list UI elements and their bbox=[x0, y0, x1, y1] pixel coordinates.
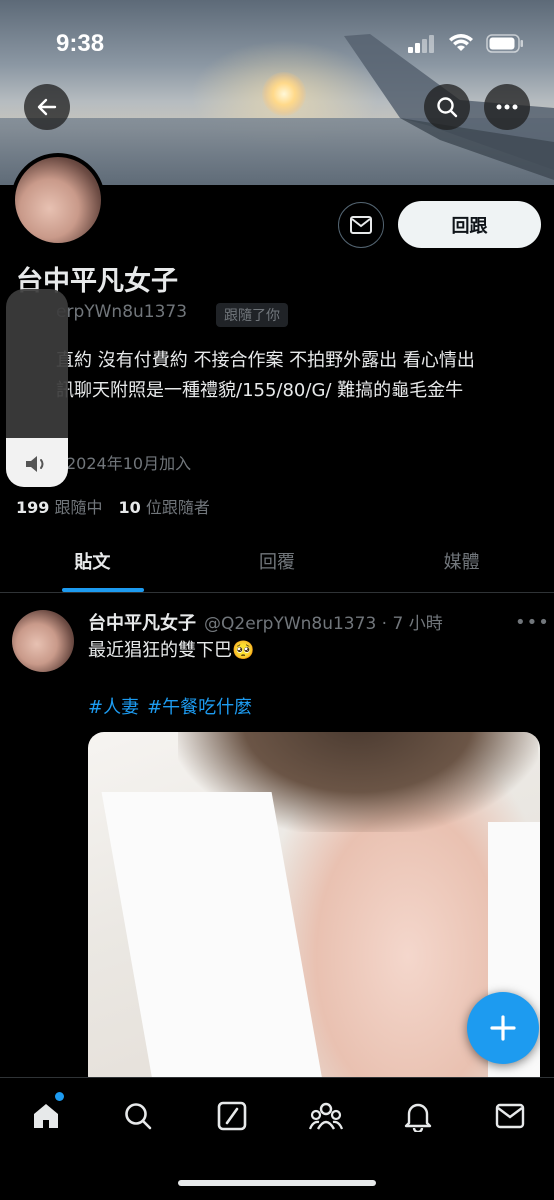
followers-count: 10 bbox=[118, 498, 141, 517]
plus-icon bbox=[490, 1015, 516, 1041]
compose-fab[interactable] bbox=[467, 992, 539, 1064]
joined-date: 2024年10月加入 bbox=[66, 454, 192, 473]
search-icon bbox=[437, 97, 458, 118]
nav-notifications[interactable] bbox=[398, 1096, 438, 1136]
profile-counts: 199 跟隨中 10 位跟隨者 bbox=[16, 494, 210, 518]
notifications-icon bbox=[404, 1103, 432, 1132]
post-author-name[interactable]: 台中平凡女子 bbox=[88, 609, 196, 635]
more-horizontal-icon bbox=[496, 104, 518, 110]
followers-link[interactable]: 10 位跟隨者 bbox=[119, 494, 210, 518]
status-bar: 9:38 bbox=[0, 28, 554, 62]
status-time: 9:38 bbox=[56, 30, 105, 57]
followers-label: 位跟隨者 bbox=[145, 498, 210, 517]
grok-icon bbox=[217, 1101, 247, 1131]
message-button[interactable] bbox=[338, 202, 384, 248]
communities-icon bbox=[309, 1102, 343, 1130]
following-count: 199 bbox=[16, 498, 50, 517]
profile-bio: 直約 沒有付費約 不接合作案 不拍野外露出 看心情出 訊聊天附照是一種禮貌/15… bbox=[16, 346, 546, 406]
profile-banner[interactable]: 9:38 bbox=[0, 0, 554, 185]
search-button[interactable] bbox=[424, 84, 470, 130]
speaker-icon bbox=[26, 456, 44, 472]
follows-you-badge: 跟隨了你 bbox=[216, 303, 288, 327]
battery-icon bbox=[486, 34, 523, 53]
nav-home[interactable] bbox=[26, 1096, 66, 1136]
profile-tabs: 貼文 回覆 媒體 bbox=[0, 530, 554, 593]
tab-replies[interactable]: 回覆 bbox=[185, 530, 370, 592]
search-icon bbox=[125, 1103, 152, 1130]
follow-back-button[interactable]: 回跟 bbox=[398, 201, 541, 248]
profile-handle-text: erpYWn8u1373 bbox=[56, 302, 188, 322]
following-label: 跟隨中 bbox=[54, 498, 103, 517]
more-options-button[interactable] bbox=[484, 84, 530, 130]
mail-icon bbox=[350, 216, 372, 234]
messages-icon bbox=[495, 1103, 525, 1129]
nav-messages[interactable] bbox=[490, 1096, 530, 1136]
post-text: 最近猖狂的雙下巴🥺 bbox=[88, 640, 255, 661]
bio-line-1: 直約 沒有付費約 不接合作案 不拍野外露出 看心情出 bbox=[56, 350, 475, 371]
post-hashtags: #人妻 #午餐吃什麼 bbox=[88, 693, 252, 719]
nav-grok[interactable] bbox=[212, 1096, 252, 1136]
profile-avatar[interactable] bbox=[11, 153, 105, 247]
back-button[interactable] bbox=[24, 84, 70, 130]
bio-line-2: 訊聊天附照是一種禮貌/155/80/G/ 難搞的龜毛金牛 bbox=[56, 380, 464, 401]
home-icon bbox=[34, 1104, 58, 1128]
home-indicator[interactable] bbox=[178, 1180, 376, 1186]
wifi-icon bbox=[449, 34, 473, 51]
cellular-signal-icon bbox=[408, 34, 434, 53]
nav-search[interactable] bbox=[118, 1096, 158, 1136]
banner-sun bbox=[262, 72, 306, 116]
post-meta: @Q2erpYWn8u1373 · 7 小時 bbox=[204, 614, 443, 634]
tab-media[interactable]: 媒體 bbox=[369, 530, 554, 592]
nav-communities[interactable] bbox=[306, 1096, 346, 1136]
post-header: 台中平凡女子 @Q2erpYWn8u1373 · 7 小時 bbox=[88, 609, 443, 635]
tab-posts[interactable]: 貼文 bbox=[0, 530, 185, 592]
hashtag-link[interactable]: #人妻 bbox=[88, 693, 139, 719]
volume-hud[interactable] bbox=[6, 289, 68, 487]
post-author-avatar[interactable] bbox=[12, 610, 74, 672]
arrow-left-icon bbox=[37, 98, 57, 116]
nav-home-notification-dot bbox=[55, 1092, 64, 1101]
hashtag-link[interactable]: #午餐吃什麼 bbox=[147, 693, 252, 719]
status-icons bbox=[408, 34, 524, 53]
following-link[interactable]: 199 跟隨中 bbox=[16, 494, 103, 518]
post-more-icon[interactable]: ••• bbox=[515, 612, 550, 633]
